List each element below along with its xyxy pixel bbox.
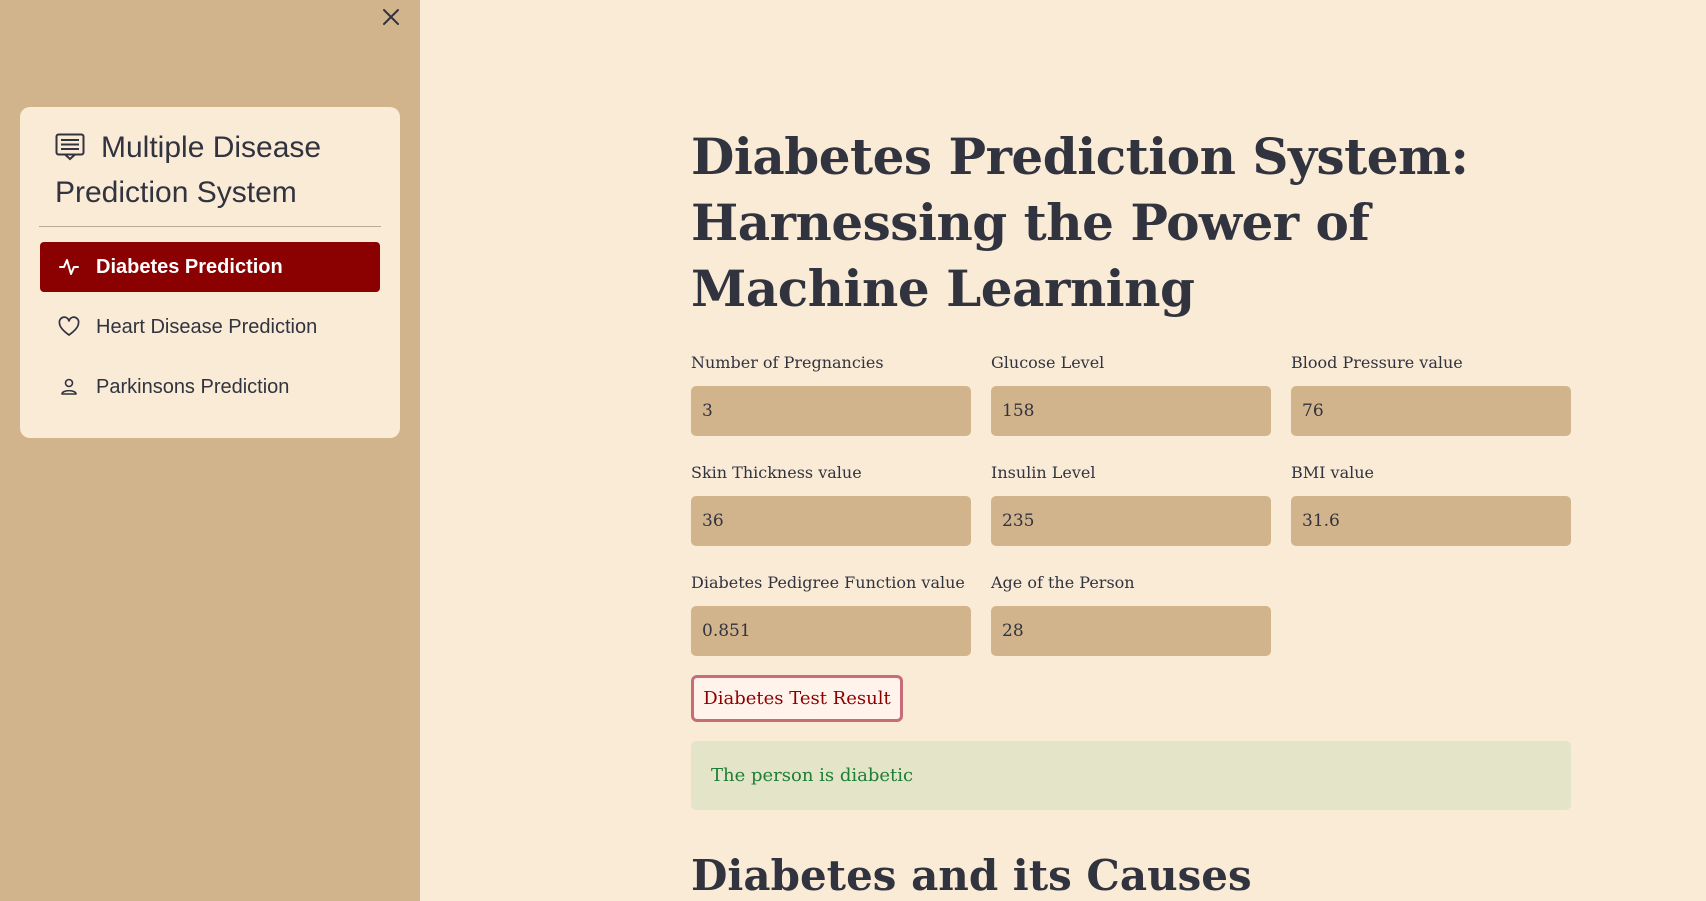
bmi-field: BMI value 31.6 [1291,462,1571,546]
menu-item-diabetes-prediction[interactable]: Diabetes Prediction [40,242,380,292]
blood-pressure-field: Blood Pressure value 76 [1291,352,1571,436]
menu-item-label: Diabetes Prediction [96,255,283,278]
section-heading: Diabetes and its Causes [691,851,1252,900]
pedigree-label: Diabetes Pedigree Function value [691,573,965,592]
age-label: Age of the Person [991,573,1135,592]
blood-pressure-label: Blood Pressure value [1291,353,1463,372]
bmi-input[interactable]: 31.6 [1291,496,1571,546]
sidebar: Multiple Disease Prediction System Diabe… [0,0,420,901]
menu-divider [39,226,381,227]
glucose-input[interactable]: 158 [991,386,1271,436]
pregnancies-label: Number of Pregnancies [691,353,884,372]
age-input[interactable]: 28 [991,606,1271,656]
result-alert: The person is diabetic [691,741,1571,810]
skin-thickness-input[interactable]: 36 [691,496,971,546]
person-icon [58,376,80,398]
option-menu: Multiple Disease Prediction System Diabe… [20,107,400,438]
menu-title: Multiple Disease Prediction System [40,125,380,221]
close-icon [383,9,399,25]
activity-icon [58,256,80,278]
menu-item-label: Heart Disease Prediction [96,315,318,338]
menu-list-icon [55,133,85,161]
pedigree-input[interactable]: 0.851 [691,606,971,656]
pregnancies-input[interactable]: 3 [691,386,971,436]
menu-item-heart-disease-prediction[interactable]: Heart Disease Prediction [40,302,380,352]
insulin-input[interactable]: 235 [991,496,1271,546]
bmi-label: BMI value [1291,463,1375,482]
menu-item-label: Parkinsons Prediction [96,375,290,398]
skin-thickness-field: Skin Thickness value 36 [691,462,971,546]
age-field: Age of the Person 28 [991,572,1271,656]
glucose-field: Glucose Level 158 [991,352,1271,436]
menu-item-parkinsons-prediction[interactable]: Parkinsons Prediction [40,362,380,412]
insulin-field: Insulin Level 235 [991,462,1271,546]
heart-icon [58,316,80,338]
glucose-label: Glucose Level [991,353,1105,372]
page-title: Diabetes Prediction System: Harnessing t… [691,127,1469,318]
menu-title-text: Multiple Disease Prediction System [55,131,322,209]
skin-thickness-label: Skin Thickness value [691,463,862,482]
close-sidebar-button[interactable] [378,4,404,30]
blood-pressure-input[interactable]: 76 [1291,386,1571,436]
pedigree-field: Diabetes Pedigree Function value 0.851 [691,572,971,656]
insulin-label: Insulin Level [991,463,1096,482]
diabetes-test-result-button[interactable]: Diabetes Test Result [691,675,903,722]
pregnancies-field: Number of Pregnancies 3 [691,352,971,436]
